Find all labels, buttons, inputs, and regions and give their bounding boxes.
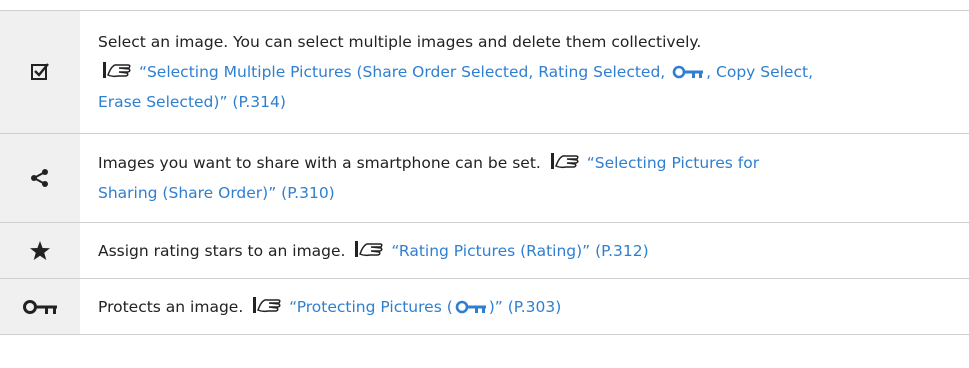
table-row: Select an image. You can select multiple… bbox=[0, 11, 969, 134]
icon-cell bbox=[0, 279, 80, 334]
description-cell: Protects an image. “Protecting Pictures … bbox=[80, 279, 969, 334]
icon-cell bbox=[0, 223, 80, 278]
cross-reference-link[interactable]: “Selecting Multiple Pictures (Share Orde… bbox=[98, 63, 813, 111]
description-cell: Assign rating stars to an image. “Rating… bbox=[80, 223, 969, 278]
cross-reference-link[interactable]: “Protecting Pictures ()” (P.303) bbox=[289, 298, 561, 316]
checkbox-checked-icon bbox=[30, 62, 50, 82]
table-row: Protects an image. “Protecting Pictures … bbox=[0, 279, 969, 335]
cross-reference-link[interactable]: “Rating Pictures (Rating)” (P.312) bbox=[391, 242, 648, 260]
description-cell: Images you want to share with a smartpho… bbox=[80, 134, 969, 222]
icon-cell bbox=[0, 134, 80, 222]
table-row: Assign rating stars to an image. “Rating… bbox=[0, 223, 969, 279]
reference-icon bbox=[252, 296, 282, 314]
description-text: Images you want to share with a smartpho… bbox=[98, 154, 541, 172]
share-icon bbox=[30, 168, 50, 188]
description-text: Select an image. You can select multiple… bbox=[98, 33, 702, 51]
icon-cell bbox=[0, 11, 80, 133]
protect-key-icon bbox=[22, 299, 58, 315]
reference-icon bbox=[102, 61, 132, 79]
protect-key-icon bbox=[455, 300, 487, 314]
function-table: Select an image. You can select multiple… bbox=[0, 10, 969, 335]
reference-icon bbox=[550, 152, 580, 170]
description-text: Protects an image. bbox=[98, 297, 244, 316]
description-cell: Select an image. You can select multiple… bbox=[80, 11, 969, 133]
table-row: Images you want to share with a smartpho… bbox=[0, 134, 969, 223]
star-icon bbox=[29, 240, 51, 262]
protect-key-icon bbox=[672, 65, 704, 79]
description-text: Assign rating stars to an image. bbox=[98, 241, 346, 260]
reference-icon bbox=[354, 240, 384, 258]
